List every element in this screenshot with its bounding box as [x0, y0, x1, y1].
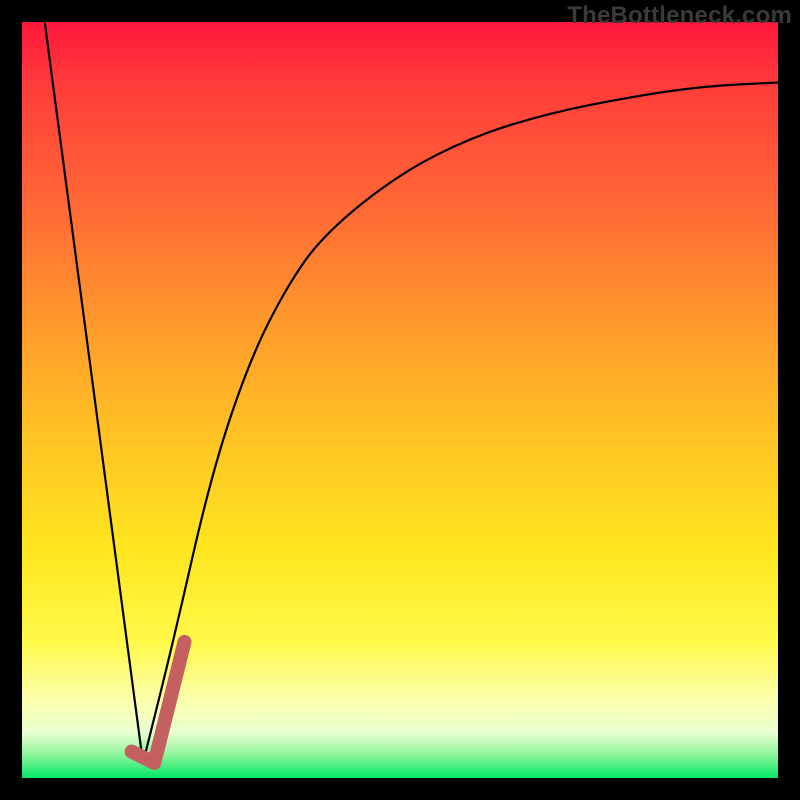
watermark-text: TheBottleneck.com — [567, 2, 792, 30]
chart-frame: TheBottleneck.com — [0, 0, 800, 800]
left-descent-path — [45, 22, 143, 763]
plot-area — [22, 22, 778, 778]
curve-layer — [22, 22, 778, 778]
right-ascent-path — [143, 83, 778, 763]
